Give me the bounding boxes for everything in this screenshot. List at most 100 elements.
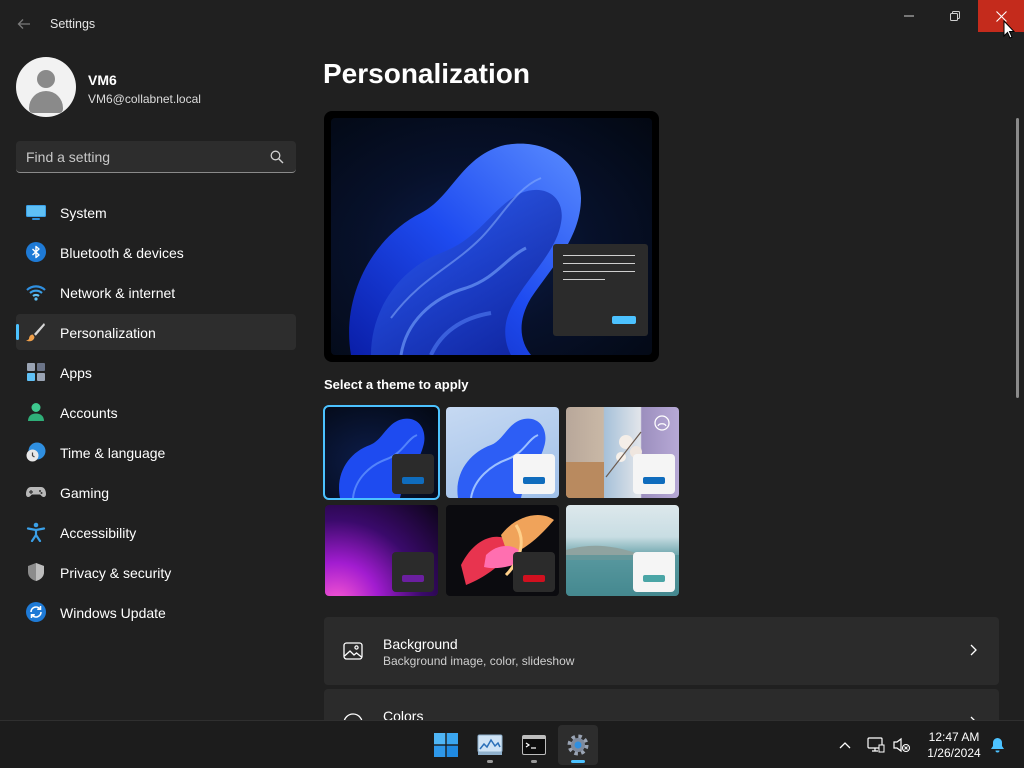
task-manager-icon: [477, 734, 503, 755]
sidebar-item-label: Gaming: [60, 485, 110, 501]
palette-icon: [343, 713, 363, 720]
monitor-icon: [26, 205, 46, 220]
card-title: Colors: [383, 708, 424, 720]
restore-icon: [950, 11, 960, 21]
image-icon: [343, 642, 363, 660]
preview-window: [553, 244, 648, 336]
search-icon[interactable]: [270, 150, 284, 164]
shield-icon: [28, 563, 44, 581]
globe-clock-icon: [26, 442, 46, 462]
gamepad-icon: [26, 487, 46, 497]
theme-glow[interactable]: [325, 505, 438, 596]
minimize-icon: [904, 15, 914, 17]
card-subtitle: Background image, color, slideshow: [383, 654, 575, 668]
sidebar-item-label: Windows Update: [60, 605, 166, 621]
apps-icon: [27, 363, 45, 381]
theme-captured-motion[interactable]: [446, 505, 559, 596]
clock-date: 1/26/2024: [927, 746, 981, 760]
bluetooth-icon: [26, 242, 46, 262]
app-title: Settings: [50, 17, 96, 31]
sidebar-item-label: Accounts: [60, 405, 118, 421]
taskbar-settings[interactable]: [558, 725, 598, 765]
update-icon: [26, 602, 46, 622]
preview-accent-button: [612, 316, 636, 324]
avatar: [16, 57, 76, 117]
start-button[interactable]: [426, 725, 466, 765]
background-setting-card[interactable]: Background Background image, color, slid…: [324, 617, 999, 685]
back-button[interactable]: [12, 10, 36, 38]
taskbar: 12:47 AM 1/26/2024: [0, 720, 1024, 768]
network-tray-button[interactable]: [864, 721, 888, 768]
user-name: VM6: [88, 72, 117, 88]
taskbar-terminal[interactable]: [514, 725, 554, 765]
clock-time: 12:47 AM: [928, 730, 980, 744]
theme-mini-window: [513, 454, 555, 494]
running-indicator: [487, 760, 493, 763]
sidebar-item-bluetooth[interactable]: Bluetooth & devices: [16, 234, 296, 270]
sidebar-item-accounts[interactable]: Accounts: [16, 394, 296, 430]
arrow-left-icon: [17, 19, 30, 29]
theme-mini-window: [392, 552, 434, 592]
show-hidden-icons-button[interactable]: [834, 721, 856, 768]
sidebar-item-label: Accessibility: [60, 525, 137, 541]
theme-windows-dark[interactable]: [323, 405, 440, 500]
theme-flow[interactable]: [566, 505, 679, 596]
running-indicator: [531, 760, 537, 763]
paintbrush-icon: [26, 323, 45, 342]
theme-preview: [324, 111, 659, 362]
sidebar-item-privacy[interactable]: Privacy & security: [16, 554, 296, 590]
sidebar-item-windows-update[interactable]: Windows Update: [16, 594, 296, 630]
theme-mini-window: [633, 454, 675, 494]
sidebar-item-label: Privacy & security: [60, 565, 172, 581]
wallpaper-preview: [331, 118, 652, 355]
chevron-up-icon: [839, 742, 851, 749]
page-title: Personalization: [323, 58, 530, 89]
close-button[interactable]: [978, 0, 1024, 32]
sidebar-item-label: Apps: [60, 365, 92, 381]
sidebar-item-gaming[interactable]: Gaming: [16, 474, 296, 510]
sidebar-item-apps[interactable]: Apps: [16, 354, 296, 390]
theme-spotlight[interactable]: [566, 407, 679, 498]
mouse-pointer-icon: [1003, 20, 1015, 39]
search-input[interactable]: [26, 141, 266, 172]
sidebar-item-label: System: [60, 205, 107, 221]
theme-windows-light[interactable]: [446, 407, 559, 498]
network-icon: [867, 737, 885, 753]
active-indicator: [571, 760, 585, 763]
volume-tray-button[interactable]: [890, 721, 914, 768]
active-indicator: [16, 324, 19, 340]
theme-section-heading: Select a theme to apply: [324, 377, 469, 392]
taskbar-task-manager[interactable]: [470, 725, 510, 765]
sidebar-item-network[interactable]: Network & internet: [16, 274, 296, 310]
theme-mini-window: [513, 552, 555, 592]
sidebar-item-label: Personalization: [60, 325, 156, 341]
colors-setting-card[interactable]: Colors: [324, 689, 999, 720]
accessibility-icon: [26, 522, 46, 542]
sidebar-nav: System Bluetooth & devices Network & int…: [16, 194, 296, 634]
volume-muted-icon: [893, 737, 911, 753]
sidebar-item-time-language[interactable]: Time & language: [16, 434, 296, 470]
title-bar: Settings: [0, 0, 1024, 48]
chevron-right-icon: [970, 644, 977, 656]
taskbar-clock[interactable]: 12:47 AM 1/26/2024: [918, 729, 990, 761]
sidebar-item-system[interactable]: System: [16, 194, 296, 230]
user-email: VM6@collabnet.local: [88, 92, 201, 106]
theme-mini-window: [392, 454, 434, 494]
theme-mini-window: [633, 552, 675, 592]
notifications-button[interactable]: [986, 721, 1008, 768]
minimize-button[interactable]: [886, 0, 932, 32]
sidebar-item-accessibility[interactable]: Accessibility: [16, 514, 296, 550]
scrollbar[interactable]: [1016, 118, 1019, 398]
search-box[interactable]: [16, 141, 296, 173]
card-title: Background: [383, 636, 458, 652]
person-icon: [28, 403, 44, 421]
bell-icon: [990, 738, 1004, 753]
settings-icon: [567, 734, 589, 756]
restore-button[interactable]: [932, 0, 978, 32]
start-icon: [434, 733, 458, 757]
terminal-icon: [522, 735, 546, 755]
sidebar-item-label: Bluetooth & devices: [60, 245, 184, 261]
sidebar-item-label: Time & language: [60, 445, 166, 461]
sidebar-item-personalization[interactable]: Personalization: [16, 314, 296, 350]
sidebar-item-label: Network & internet: [60, 285, 176, 301]
